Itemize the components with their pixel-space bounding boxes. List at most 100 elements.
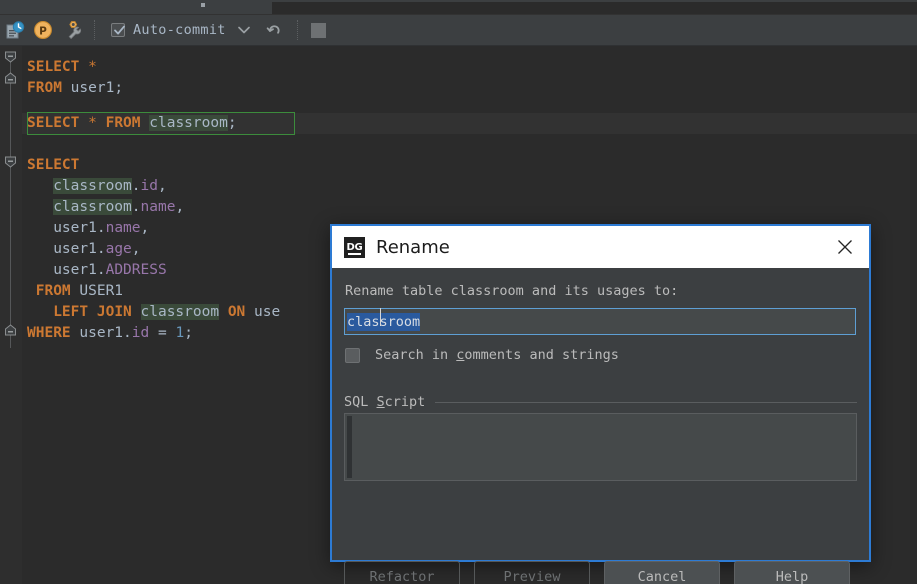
code-line: user1.name, bbox=[27, 218, 149, 239]
code-line: WHERE user1.id = 1; bbox=[27, 323, 193, 344]
chk-label-after: omments and strings bbox=[464, 347, 618, 363]
code-token: SELECT bbox=[27, 59, 79, 75]
code-token: . bbox=[97, 262, 106, 278]
editor-toolbar: P Auto-commit bbox=[0, 15, 917, 45]
code-token bbox=[27, 283, 36, 299]
fold-marker-collapse-2[interactable] bbox=[4, 151, 17, 164]
help-button[interactable]: Help bbox=[734, 561, 850, 584]
data-source-properties-icon[interactable] bbox=[58, 15, 88, 45]
code-token bbox=[27, 262, 53, 278]
code-token: classroom bbox=[141, 304, 220, 320]
code-token bbox=[219, 304, 228, 320]
chk-label-before: Search in bbox=[375, 347, 456, 363]
active-tab-area[interactable] bbox=[272, 2, 917, 14]
code-line: SELECT * bbox=[27, 57, 97, 78]
datagrip-window: P Auto-commit bbox=[0, 0, 917, 584]
text-caret bbox=[380, 308, 381, 326]
code-token: , bbox=[132, 241, 141, 257]
close-icon[interactable] bbox=[835, 237, 855, 257]
code-line: FROM user1; bbox=[27, 78, 123, 99]
search-comments-checkbox-row[interactable]: Search in comments and strings bbox=[345, 347, 619, 363]
rollback-icon[interactable] bbox=[266, 15, 283, 45]
code-token: . bbox=[132, 178, 141, 194]
code-token: LEFT bbox=[53, 304, 88, 320]
code-token: user1 bbox=[53, 220, 97, 236]
refactor-button: Refactor bbox=[344, 561, 460, 584]
code-token: user1 bbox=[79, 325, 123, 341]
code-token bbox=[27, 220, 53, 236]
code-token: id bbox=[141, 178, 158, 194]
code-line: classroom.name, bbox=[27, 197, 184, 218]
code-token: classroom bbox=[53, 178, 132, 194]
sql-script-gutter bbox=[347, 416, 352, 478]
code-token: user1 bbox=[53, 262, 97, 278]
code-token: FROM bbox=[36, 283, 71, 299]
code-token: . bbox=[97, 241, 106, 257]
toolbar-separator-1 bbox=[94, 20, 95, 40]
dialog-button-row: Refactor Preview Cancel Help bbox=[344, 561, 861, 584]
code-line: classroom.id, bbox=[27, 176, 167, 197]
code-line: FROM USER1 bbox=[27, 281, 123, 302]
code-token bbox=[88, 304, 97, 320]
code-token bbox=[27, 304, 53, 320]
sql-script-header: SQL Script bbox=[344, 394, 857, 410]
code-token: JOIN bbox=[97, 304, 132, 320]
dialog-title-bar: DG Rename bbox=[332, 226, 869, 268]
fold-marker-collapse-1[interactable] bbox=[4, 46, 17, 59]
code-token: ; bbox=[114, 80, 123, 96]
code-token: = bbox=[158, 325, 167, 341]
sql-script-textarea[interactable] bbox=[344, 413, 857, 481]
sql-script-label: SQL Script bbox=[344, 394, 425, 410]
code-token: age bbox=[106, 241, 132, 257]
cancel-button[interactable]: Cancel bbox=[604, 561, 720, 584]
search-comments-label: Search in comments and strings bbox=[375, 347, 619, 363]
code-line: LEFT JOIN classroom ON use bbox=[27, 302, 280, 323]
toolbar-separator-2 bbox=[297, 20, 298, 40]
code-token: USER1 bbox=[79, 283, 123, 299]
history-icon[interactable] bbox=[2, 15, 28, 45]
rename-input[interactable]: classroom bbox=[344, 308, 856, 335]
rename-dialog: DG Rename Rename table classroom and its… bbox=[330, 224, 871, 562]
search-comments-checkbox[interactable] bbox=[345, 348, 360, 363]
editor-gutter[interactable] bbox=[0, 46, 22, 584]
rename-input-value: classroom bbox=[347, 313, 420, 331]
code-token: . bbox=[132, 199, 141, 215]
code-token: , bbox=[175, 199, 184, 215]
code-token: , bbox=[141, 220, 150, 236]
code-token: user1 bbox=[71, 80, 115, 96]
stop-icon[interactable] bbox=[304, 15, 330, 45]
code-token bbox=[149, 325, 158, 341]
code-line: user1.age, bbox=[27, 239, 141, 260]
code-token: id bbox=[132, 325, 149, 341]
code-token: FROM bbox=[27, 80, 62, 96]
sql-label-mnemonic: S bbox=[377, 394, 385, 410]
fold-region-line bbox=[10, 58, 11, 348]
code-token: . bbox=[123, 325, 132, 341]
auto-commit-checkbox[interactable] bbox=[111, 23, 125, 37]
auto-commit-label: Auto-commit bbox=[133, 22, 226, 38]
editor-tab-strip bbox=[0, 0, 917, 14]
code-token bbox=[27, 199, 53, 215]
code-token: use bbox=[254, 304, 280, 320]
svg-text:P: P bbox=[39, 25, 47, 37]
code-token: 1 bbox=[175, 325, 184, 341]
code-token bbox=[79, 59, 88, 75]
code-token bbox=[62, 80, 71, 96]
dialog-body: Rename table classroom and its usages to… bbox=[332, 268, 869, 560]
postgres-data-source-icon[interactable]: P bbox=[28, 15, 58, 45]
dialog-title: Rename bbox=[376, 237, 450, 258]
datagrip-logo-icon: DG bbox=[344, 237, 365, 258]
fold-marker-end-2[interactable] bbox=[4, 319, 17, 332]
code-token: ADDRESS bbox=[106, 262, 167, 278]
chevron-down-icon[interactable] bbox=[236, 15, 252, 45]
sql-label-after: cript bbox=[385, 394, 426, 410]
code-token: user1 bbox=[53, 241, 97, 257]
preview-button: Preview bbox=[474, 561, 590, 584]
fold-marker-end-1[interactable] bbox=[4, 67, 17, 80]
code-token: , bbox=[158, 178, 167, 194]
code-token: name bbox=[141, 199, 176, 215]
code-line: SELECT bbox=[27, 155, 79, 176]
code-token: name bbox=[106, 220, 141, 236]
code-token: . bbox=[97, 220, 106, 236]
rename-prompt: Rename table classroom and its usages to… bbox=[345, 283, 678, 299]
